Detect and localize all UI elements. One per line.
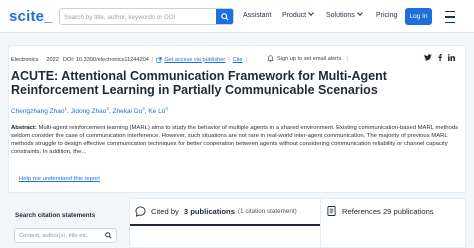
tab-cited-by-prefix: Cited by <box>151 207 179 216</box>
tab-cited-by[interactable]: Cited by 3 publications (1 citation stat… <box>135 206 297 217</box>
cite-link[interactable]: Cite <box>233 57 243 63</box>
separator: | <box>151 56 154 63</box>
email-alert-label: Sign up to set email alerts <box>277 55 342 62</box>
author-link[interactable]: Chengzhang Zhao <box>11 108 65 115</box>
nav-solutions[interactable]: Solutions <box>326 10 363 19</box>
author-affiliation-sup: 4 <box>165 106 168 111</box>
separator: | <box>245 56 248 63</box>
search-button[interactable] <box>216 9 233 24</box>
facebook-icon[interactable] <box>437 54 443 61</box>
paper-meta: Electronics 2022 DOI: 10.3390/electronic… <box>11 55 250 64</box>
tab-references-label: References 29 publications <box>342 206 434 216</box>
citation-search-box[interactable] <box>14 228 117 243</box>
tab-cited-by-sub: (1 citation statement) <box>237 208 297 215</box>
active-tab-indicator <box>130 224 320 226</box>
help-understand-link[interactable]: Help me understand this report <box>19 176 100 182</box>
bell-icon <box>267 55 274 62</box>
search-icon[interactable] <box>105 232 112 239</box>
tab-references[interactable]: References 29 publications <box>327 206 434 216</box>
references-icon <box>327 206 336 216</box>
author-link[interactable]: Jidong Zhao <box>71 108 107 115</box>
separator: | <box>346 55 348 62</box>
publisher-access-link[interactable]: Get access via publisher <box>164 57 225 63</box>
citation-search-title: Search citation statements <box>15 212 96 219</box>
nav-solutions-label: Solutions <box>326 12 355 19</box>
author-list: Chengzhang Zhao1, Jidong Zhao2, Zhekai D… <box>11 106 168 116</box>
nav-assistant[interactable]: Assistant <box>243 12 271 19</box>
paper-card <box>8 45 466 193</box>
tab-divider <box>320 199 321 247</box>
search-box[interactable] <box>59 8 234 25</box>
login-button[interactable]: Log In <box>405 8 432 25</box>
nav-product[interactable]: Product <box>282 10 314 19</box>
scite-logo[interactable]: scite_ <box>9 8 53 25</box>
nav-pricing[interactable]: Pricing <box>376 12 397 19</box>
tab-cited-by-count: 3 publications <box>183 207 235 216</box>
share-icons <box>424 54 455 61</box>
email-alert-link[interactable]: Sign up to set email alerts | <box>267 55 348 62</box>
quote-bubble-icon <box>135 206 146 217</box>
author-link[interactable]: Ke Lü <box>148 108 165 115</box>
paper-title: ACUTE: Attentional Communication Framewo… <box>11 69 387 97</box>
top-navbar: scite_ Assistant Product Solutions Prici… <box>0 0 474 33</box>
author-link[interactable]: Zhekai Du <box>113 108 143 115</box>
twitter-icon[interactable] <box>424 54 432 61</box>
external-link-icon <box>156 56 163 63</box>
separator: | <box>228 56 230 63</box>
chevron-down-icon <box>356 10 363 16</box>
menu-icon[interactable] <box>440 10 460 24</box>
citation-search-input[interactable] <box>19 231 101 241</box>
abstract: Abstract: Multi-agent reinforcement lear… <box>11 124 459 156</box>
chevron-down-icon <box>308 10 314 16</box>
journal-name[interactable]: Electronics <box>11 57 38 63</box>
abstract-label: Abstract: <box>11 125 37 131</box>
paper-year: 2022 <box>46 56 59 63</box>
nav-product-label: Product <box>282 12 307 19</box>
linkedin-icon[interactable] <box>448 54 455 61</box>
paper-doi[interactable]: DOI: 10.3390/electronics11244204 <box>63 57 149 63</box>
abstract-text: Multi-agent reinforcement learning (MARL… <box>11 125 459 155</box>
search-icon <box>220 12 229 21</box>
search-input[interactable] <box>64 11 209 23</box>
